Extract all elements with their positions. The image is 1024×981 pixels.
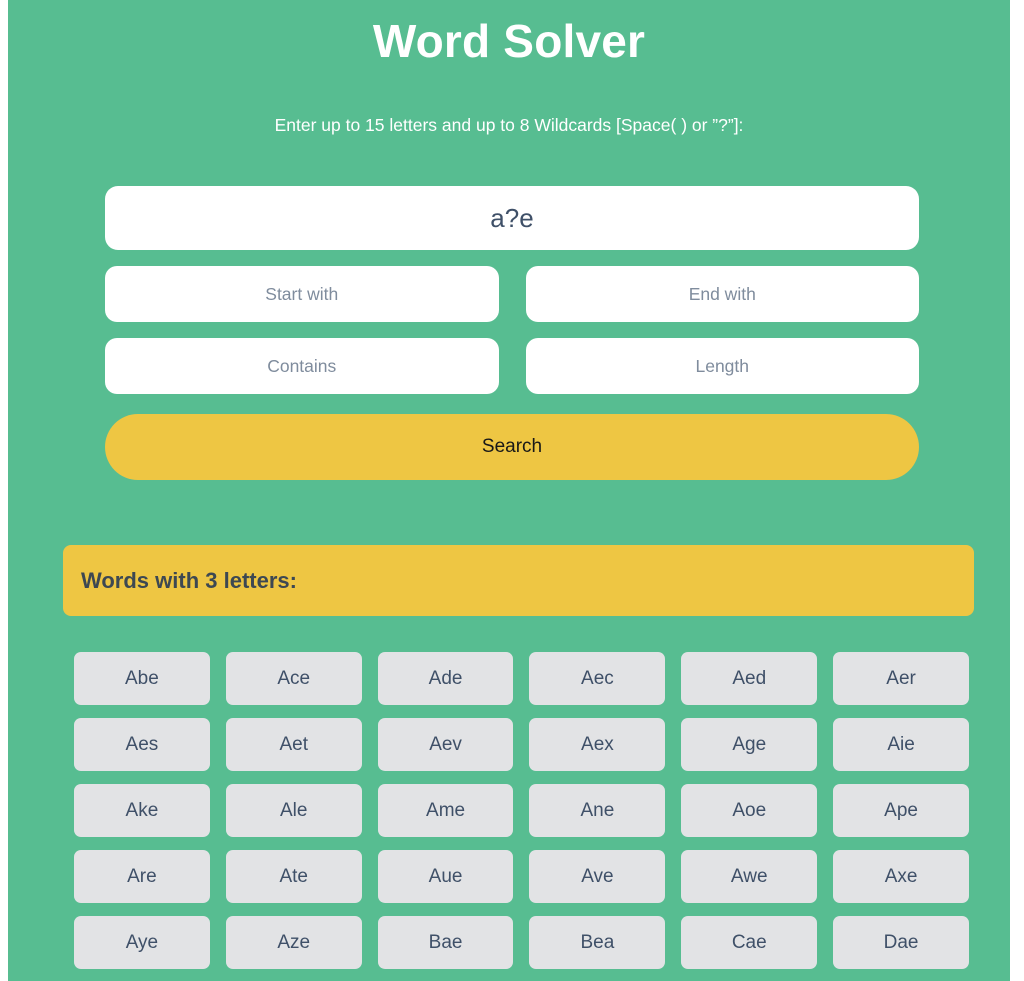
word-tile[interactable]: Ape bbox=[833, 784, 969, 837]
filter-row-one: Start with End with bbox=[105, 266, 919, 322]
word-tile[interactable]: Bae bbox=[377, 916, 514, 969]
word-tile[interactable]: Aed bbox=[681, 652, 818, 705]
page-title: Word Solver bbox=[372, 15, 646, 67]
word-tile[interactable]: Aet bbox=[225, 718, 362, 771]
word-tile[interactable]: Aye bbox=[74, 916, 210, 969]
start-with-input[interactable]: Start with bbox=[105, 266, 499, 322]
results-section: Words with 3 letters: Abe Ace Ade Aec Aed Aer… bbox=[63, 545, 974, 969]
word-results-grid: Abe Ace Ade Aec Aed Aer Aes Aet Aev Aex Age Aie Ake A… bbox=[74, 652, 969, 969]
filter-row-two: Contains Length bbox=[105, 338, 919, 394]
word-tile[interactable]: Axe bbox=[833, 850, 969, 903]
word-tile[interactable]: Aoe bbox=[681, 784, 818, 837]
word-tile[interactable]: Bea bbox=[529, 916, 666, 969]
search-button[interactable]: Search bbox=[105, 414, 919, 480]
end-with-input[interactable]: End with bbox=[525, 266, 919, 322]
instructions-text: Enter up to 15 letters and up to 8 Wildc… bbox=[274, 115, 744, 135]
search-form: a?e Start with End with Contains Length … bbox=[105, 186, 919, 480]
letters-input[interactable]: a?e bbox=[105, 186, 919, 250]
word-tile[interactable]: Aue bbox=[377, 850, 514, 903]
word-tile[interactable]: Aer bbox=[833, 652, 969, 705]
length-input[interactable]: Length bbox=[525, 338, 919, 394]
word-tile[interactable]: Ane bbox=[529, 784, 666, 837]
word-tile[interactable]: Cae bbox=[681, 916, 818, 969]
word-tile[interactable]: Aie bbox=[833, 718, 969, 771]
contains-input[interactable]: Contains bbox=[105, 338, 499, 394]
word-solver-app: Word Solver Enter up to 15 letters and u… bbox=[8, 0, 1010, 981]
word-tile[interactable]: Awe bbox=[681, 850, 818, 903]
word-tile[interactable]: Aec bbox=[529, 652, 666, 705]
word-tile[interactable]: Aev bbox=[377, 718, 514, 771]
word-tile[interactable]: Aze bbox=[225, 916, 362, 969]
word-tile[interactable]: Aes bbox=[74, 718, 210, 771]
word-tile[interactable]: Age bbox=[681, 718, 818, 771]
word-tile[interactable]: Dae bbox=[833, 916, 969, 969]
word-tile[interactable]: Ade bbox=[377, 652, 514, 705]
word-tile[interactable]: Ale bbox=[225, 784, 362, 837]
word-tile[interactable]: Ave bbox=[529, 850, 666, 903]
word-tile[interactable]: Ame bbox=[377, 784, 514, 837]
word-tile[interactable]: Ate bbox=[225, 850, 362, 903]
word-tile[interactable]: Are bbox=[74, 850, 210, 903]
word-tile[interactable]: Aex bbox=[529, 718, 666, 771]
results-heading: Words with 3 letters: bbox=[63, 545, 974, 616]
word-tile[interactable]: Abe bbox=[74, 652, 210, 705]
word-tile[interactable]: Ake bbox=[74, 784, 210, 837]
word-tile[interactable]: Ace bbox=[225, 652, 362, 705]
